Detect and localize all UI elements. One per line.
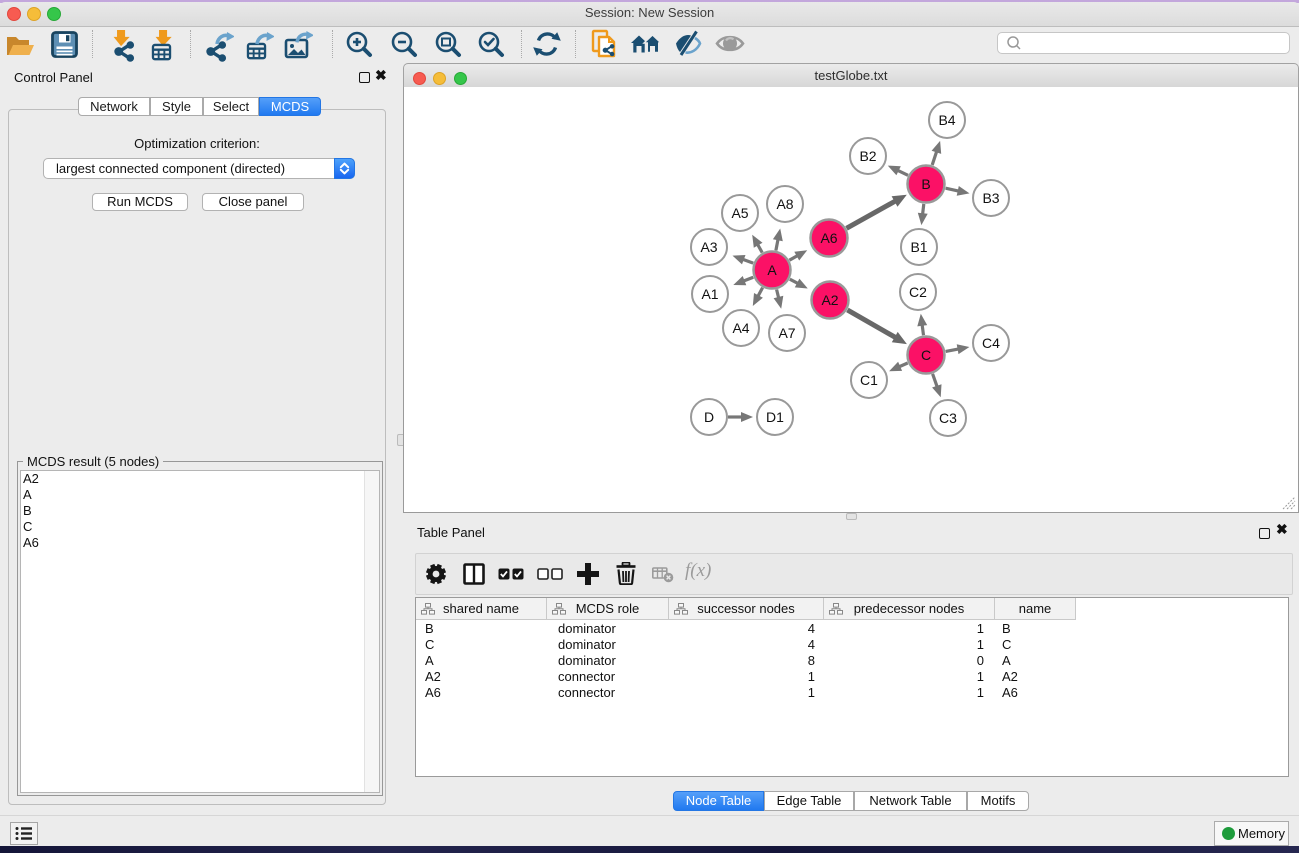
svg-text:D1: D1 <box>766 409 784 425</box>
svg-text:A3: A3 <box>700 239 717 255</box>
svg-text:A8: A8 <box>776 196 793 212</box>
svg-text:A1: A1 <box>701 286 718 302</box>
svg-text:B: B <box>921 176 930 192</box>
svg-text:C1: C1 <box>860 372 878 388</box>
svg-text:B1: B1 <box>910 239 927 255</box>
svg-text:A6: A6 <box>820 230 837 246</box>
svg-text:B2: B2 <box>859 148 876 164</box>
svg-text:D: D <box>704 409 714 425</box>
svg-text:A5: A5 <box>731 205 748 221</box>
svg-text:A4: A4 <box>732 320 749 336</box>
svg-text:A: A <box>767 262 777 278</box>
svg-text:C: C <box>921 347 931 363</box>
svg-text:A2: A2 <box>821 292 838 308</box>
svg-text:C3: C3 <box>939 410 957 426</box>
svg-text:C2: C2 <box>909 284 927 300</box>
svg-text:A7: A7 <box>778 325 795 341</box>
svg-text:B4: B4 <box>938 112 955 128</box>
svg-text:C4: C4 <box>982 335 1000 351</box>
svg-text:B3: B3 <box>982 190 999 206</box>
